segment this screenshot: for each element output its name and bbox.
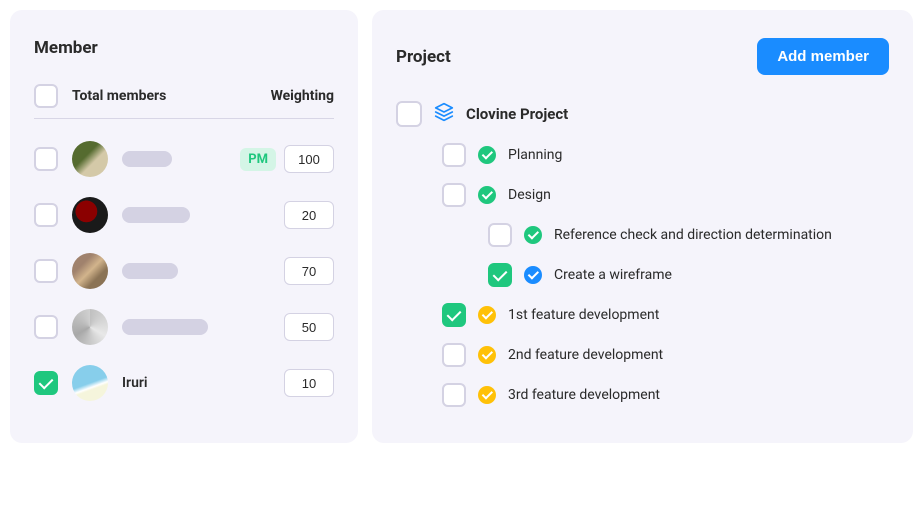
project-tree: Planning Design Reference check and direct… [396, 135, 889, 415]
select-all-checkbox[interactable] [34, 84, 58, 108]
status-icon [524, 226, 542, 244]
task-label: 1st feature development [508, 307, 659, 323]
weight-input[interactable] [284, 313, 334, 341]
task-label: 3rd feature development [508, 387, 660, 403]
member-name-placeholder [122, 319, 208, 335]
member-row [34, 243, 334, 299]
project-root-checkbox[interactable] [396, 101, 422, 127]
member-list: PM Iruri [34, 131, 334, 411]
member-checkbox[interactable] [34, 315, 58, 339]
member-panel-header: Member [34, 38, 334, 58]
avatar [72, 141, 108, 177]
member-name: Iruri [122, 375, 148, 391]
member-name-placeholder [122, 263, 178, 279]
status-icon [478, 346, 496, 364]
project-panel: Project Add member Clovine Project Plann… [372, 10, 913, 443]
task-label: Design [508, 187, 551, 203]
member-table-header: Total members Weighting [34, 84, 334, 119]
task-checkbox[interactable] [442, 303, 466, 327]
status-icon [478, 186, 496, 204]
member-row: Iruri [34, 355, 334, 411]
task-row: Create a wireframe [488, 255, 889, 295]
task-row: 3rd feature development [442, 375, 889, 415]
task-checkbox[interactable] [442, 183, 466, 207]
status-icon [478, 146, 496, 164]
task-label: Reference check and direction determinat… [554, 227, 832, 243]
weight-input[interactable] [284, 369, 334, 397]
project-panel-title: Project [396, 47, 451, 67]
member-name-placeholder [122, 151, 172, 167]
member-name-placeholder [122, 207, 190, 223]
task-checkbox[interactable] [442, 343, 466, 367]
avatar [72, 365, 108, 401]
status-icon [478, 306, 496, 324]
task-row: Planning [442, 135, 889, 175]
member-panel: Member Total members Weighting PM Iruri [10, 10, 358, 443]
task-label: 2nd feature development [508, 347, 663, 363]
task-row: 2nd feature development [442, 335, 889, 375]
avatar [72, 309, 108, 345]
app-container: Member Total members Weighting PM Iruri P… [10, 10, 913, 443]
task-checkbox[interactable] [442, 383, 466, 407]
weight-input[interactable] [284, 201, 334, 229]
avatar [72, 197, 108, 233]
member-panel-title: Member [34, 38, 98, 58]
pm-badge: PM [240, 148, 276, 171]
status-icon [524, 266, 542, 284]
layers-icon [434, 102, 454, 126]
task-row: Design [442, 175, 889, 215]
avatar [72, 253, 108, 289]
col-weighting: Weighting [271, 88, 334, 104]
task-checkbox[interactable] [488, 263, 512, 287]
project-root-row: Clovine Project [396, 101, 889, 127]
project-root-name: Clovine Project [466, 105, 568, 123]
member-checkbox[interactable] [34, 203, 58, 227]
task-label: Create a wireframe [554, 267, 672, 283]
task-row: Reference check and direction determinat… [488, 215, 889, 255]
weight-input[interactable] [284, 257, 334, 285]
project-panel-header: Project Add member [396, 38, 889, 75]
col-total-members: Total members [72, 88, 166, 104]
task-row: 1st feature development [442, 295, 889, 335]
member-row: PM [34, 131, 334, 187]
member-row [34, 299, 334, 355]
status-icon [478, 386, 496, 404]
member-row [34, 187, 334, 243]
task-checkbox[interactable] [442, 143, 466, 167]
weight-input[interactable] [284, 145, 334, 173]
member-checkbox[interactable] [34, 259, 58, 283]
task-label: Planning [508, 147, 562, 163]
member-checkbox[interactable] [34, 371, 58, 395]
add-member-button[interactable]: Add member [757, 38, 889, 75]
task-checkbox[interactable] [488, 223, 512, 247]
member-checkbox[interactable] [34, 147, 58, 171]
